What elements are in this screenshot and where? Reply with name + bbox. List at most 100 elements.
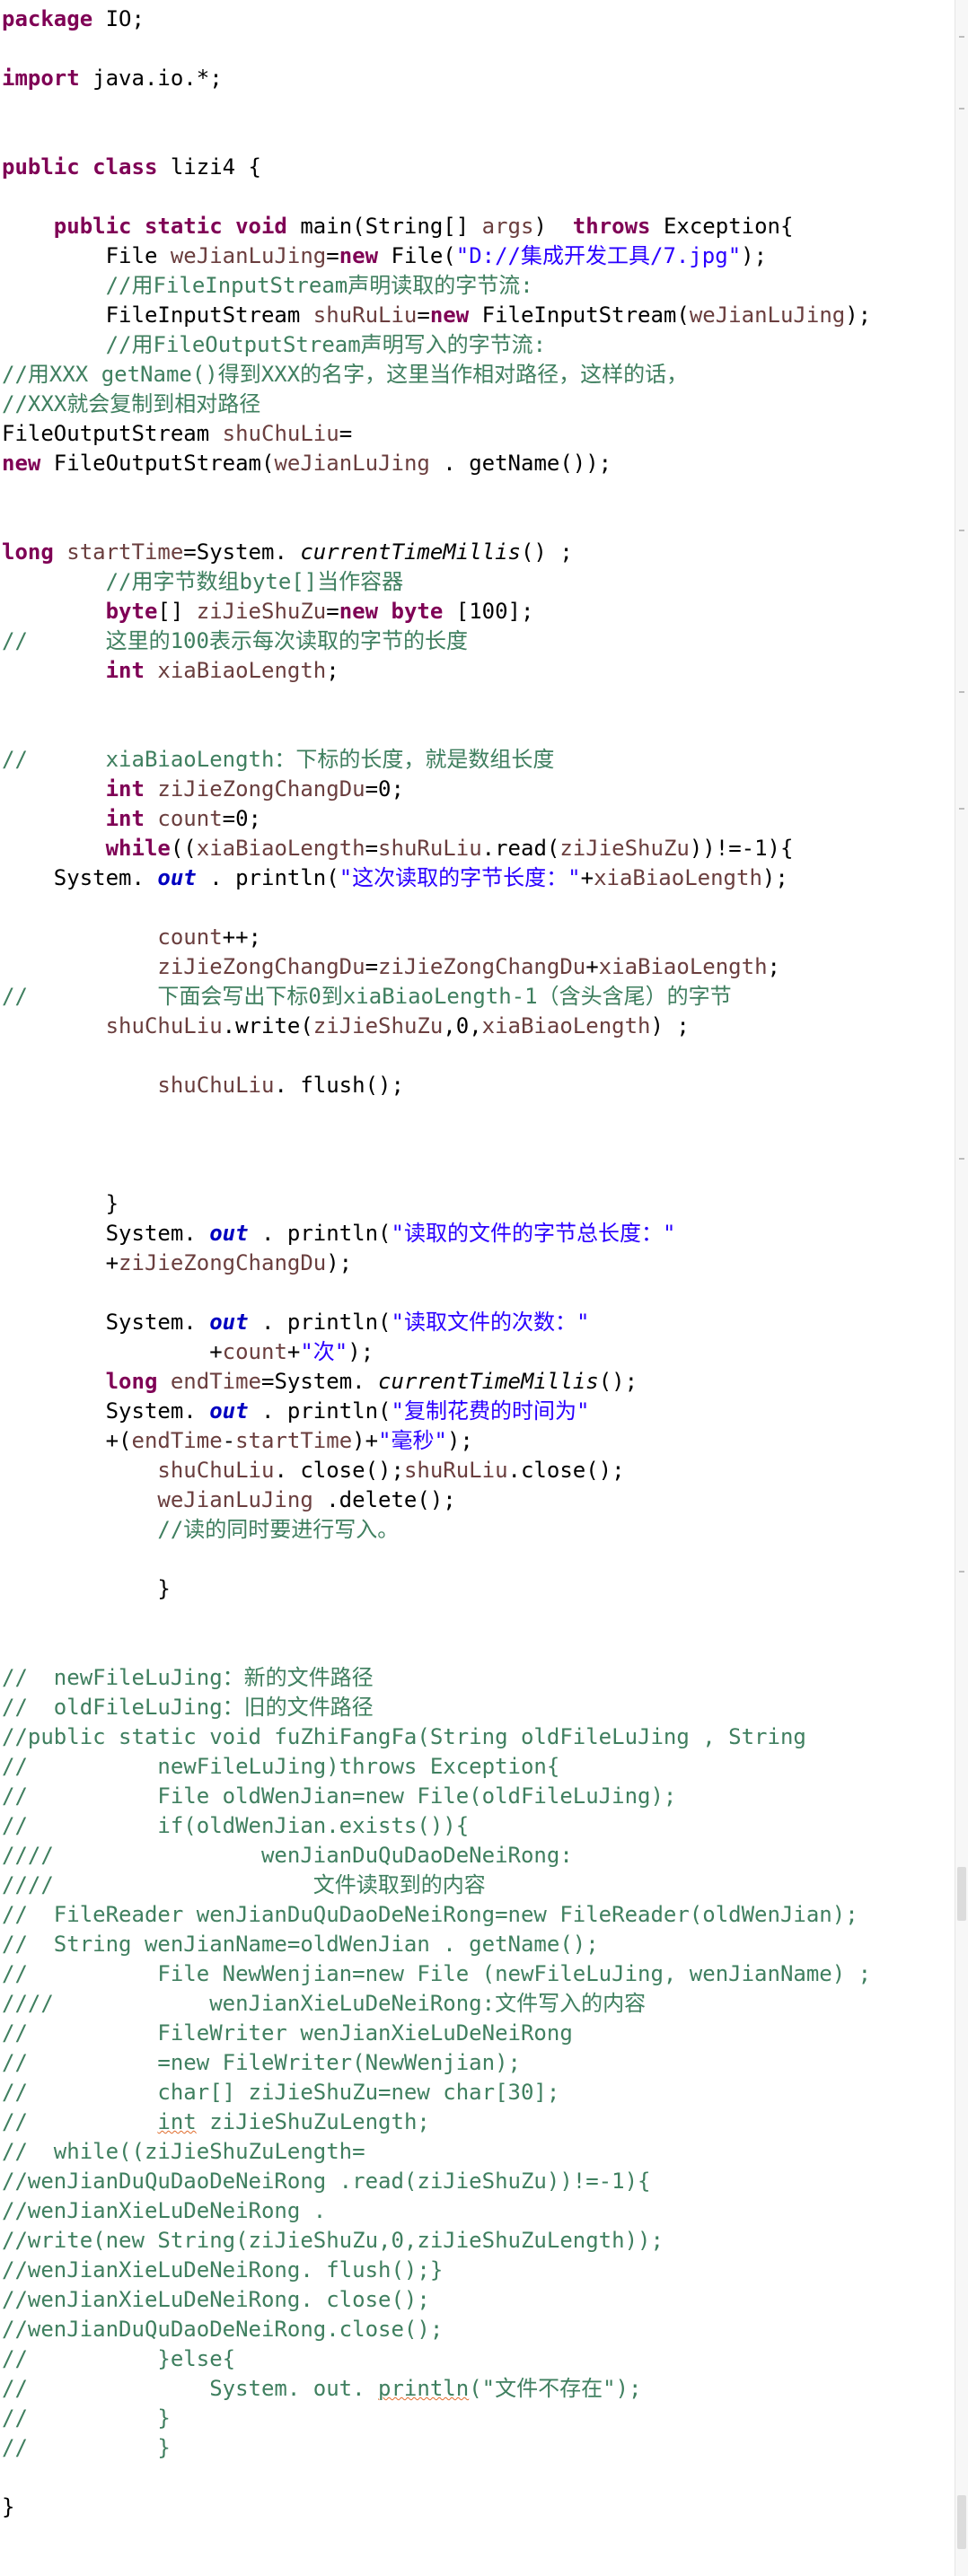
code-token: // 下面会写出下标0到xiaBiaoLength-1（含头含尾）的字节 <box>2 984 732 1009</box>
code-line: File weJianLuJing=new File("D://集成开发工具/7… <box>2 241 871 271</box>
scrollbar-thumb[interactable] <box>957 2495 966 2549</box>
code-token: throws <box>572 214 651 239</box>
code-token: out <box>209 1310 249 1335</box>
scrollbar-thumb[interactable] <box>957 1867 966 1921</box>
code-line: //wenJianDuQuDaoDeNeiRong.close(); <box>2 2315 871 2344</box>
code-line: // newFileLuJing：新的文件路径 <box>2 1663 871 1693</box>
code-token: //// 文件读取到的内容 <box>2 1872 486 1897</box>
code-token: long <box>2 539 54 565</box>
code-line: int ziJieZongChangDu=0; <box>2 775 871 804</box>
code-token: //wenJianDuQuDaoDeNeiRong.close(); <box>2 2317 444 2342</box>
code-token: . println( <box>248 1310 392 1335</box>
code-token: long <box>105 1369 158 1394</box>
code-token: byte <box>105 599 158 624</box>
code-line: //用FileOutputStream声明写入的字节流: <box>2 330 871 360</box>
code-token: "读取文件的次数：" <box>391 1310 590 1335</box>
code-line: } <box>2 1189 871 1219</box>
code-token: startTime <box>235 1428 353 1453</box>
code-line: } <box>2 2493 871 2522</box>
code-token: = <box>365 836 379 861</box>
overview-marker <box>959 1158 964 1160</box>
code-token: int <box>105 658 145 683</box>
code-token: (( <box>170 836 197 861</box>
code-line: +(endTime-startTime)+"毫秒"); <box>2 1426 871 1456</box>
overview-ruler[interactable] <box>955 0 968 2576</box>
code-token: "读取的文件的字节总长度：" <box>391 1221 676 1246</box>
code-line: shuChuLiu.write(ziJieShuZu,0,xiaBiaoLeng… <box>2 1012 871 1041</box>
overview-marker <box>959 36 964 38</box>
code-token: weJianLuJing <box>689 302 846 328</box>
code-line: // File NewWenjian=new File (newFileLuJi… <box>2 1959 871 1989</box>
overview-marker <box>959 530 964 531</box>
code-token: . println( <box>248 1398 392 1424</box>
code-line: // File oldWenJian=new File(oldFileLuJin… <box>2 1782 871 1811</box>
code-token: // } <box>2 2405 171 2431</box>
code-line: //用FileInputStream声明读取的字节流: <box>2 271 871 301</box>
code-line: // int ziJieShuZuLength; <box>2 2107 871 2137</box>
overview-marker <box>959 108 964 110</box>
code-line: //// wenJianDuQuDaoDeNeiRong: <box>2 1841 871 1871</box>
code-token: . println( <box>248 1221 392 1246</box>
code-text[interactable]: package IO; import java.io.*; public cla… <box>2 4 871 2522</box>
code-line: // =new FileWriter(NewWenjian); <box>2 2048 871 2078</box>
code-line: //用XXX getName()得到XXX的名字，这里当作相对路径，这样的话， <box>2 360 871 390</box>
code-token: ) <box>533 214 573 239</box>
code-token: // oldFileLuJing：旧的文件路径 <box>2 1695 374 1720</box>
code-token: weJianLuJing <box>274 451 430 476</box>
code-line: public class lizi4 { <box>2 153 871 182</box>
code-token: main(String[] <box>286 214 482 239</box>
code-token: currentTimeMillis <box>378 1369 599 1394</box>
code-line: // 这里的100表示每次读取的字节的长度 <box>2 626 871 656</box>
code-token: int <box>105 776 145 802</box>
code-token: FileOutputStream <box>2 421 223 446</box>
code-token: //write(new String(ziJieShuZu,0,ziJieShu… <box>2 2228 664 2253</box>
code-editor[interactable]: package IO; import java.io.*; public cla… <box>0 0 955 2576</box>
code-token: int <box>105 806 145 831</box>
code-token: .write( <box>222 1013 313 1038</box>
code-line: long endTime=System. currentTimeMillis()… <box>2 1367 871 1397</box>
code-line: shuChuLiu. flush(); <box>2 1071 871 1100</box>
code-token: new <box>339 243 379 268</box>
code-token: "毫秒" <box>378 1428 447 1453</box>
code-token: = <box>417 302 430 328</box>
code-token: //wenJianXieLuDeNeiRong. close(); <box>2 2287 430 2312</box>
code-token: =0; <box>365 776 404 802</box>
code-token: xiaBiaoLength <box>196 836 365 861</box>
code-token: [] <box>157 599 197 624</box>
code-token: // if(oldWenJian.exists()){ <box>2 1813 470 1838</box>
code-token: shuRuLiu <box>403 1458 508 1483</box>
code-token: //public static void fuZhiFangFa(String … <box>2 1724 806 1749</box>
code-token: . getName()); <box>429 451 612 476</box>
code-token: [100]; <box>443 599 534 624</box>
code-token: //用FileOutputStream声明写入的字节流: <box>105 332 547 357</box>
code-line: } <box>2 1574 871 1604</box>
code-token: () ; <box>520 539 573 565</box>
code-token: //// wenJianDuQuDaoDeNeiRong: <box>2 1843 573 1868</box>
code-line: package IO; <box>2 4 871 34</box>
code-token: ("文件不存在"); <box>469 2376 642 2401</box>
code-token: lizi4 { <box>157 154 261 180</box>
code-line: count++; <box>2 923 871 952</box>
code-line: // newFileLuJing)throws Exception{ <box>2 1752 871 1782</box>
code-line: System. out . println("读取文件的次数：" <box>2 1308 871 1337</box>
code-token: ); <box>741 243 768 268</box>
code-line: // }else{ <box>2 2344 871 2374</box>
code-token: ziJieZongChangDu <box>157 776 365 802</box>
code-token: //用字节数组byte[]当作容器 <box>105 569 404 594</box>
